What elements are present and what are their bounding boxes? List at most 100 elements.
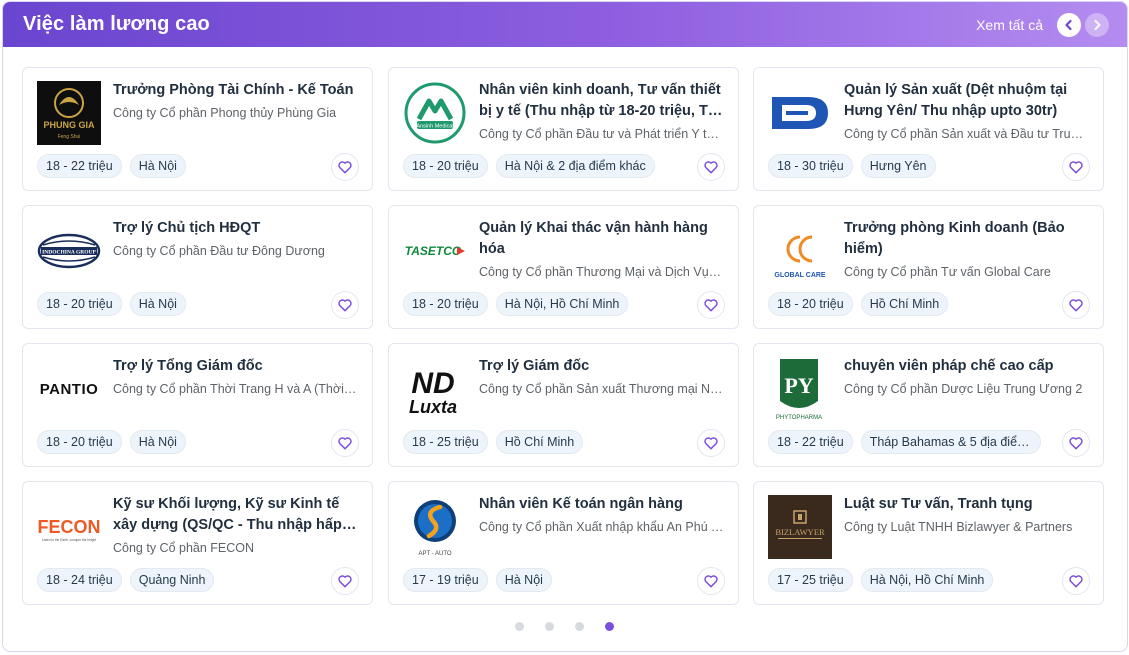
logo-subtext: Feng Shui xyxy=(58,134,81,140)
save-job-button[interactable] xyxy=(331,153,359,181)
logo-subtext: PHYTOPHARMA xyxy=(776,415,822,421)
salary-tag: 17 - 19 triệu xyxy=(403,568,488,592)
job-card[interactable]: TASETCO Quản lý Khai thác vận hành hàng … xyxy=(388,205,739,329)
job-info: Nhân viên kinh doanh, Tư vấn thiết bị y … xyxy=(479,80,724,143)
company-logo[interactable]: APT - AUTO xyxy=(403,495,467,559)
trung-dung-logo-icon xyxy=(772,97,828,129)
save-job-button[interactable] xyxy=(1062,429,1090,457)
job-title[interactable]: Luật sư Tư vấn, Tranh tụng xyxy=(844,494,1089,515)
company-name[interactable]: Công ty Cổ phần Sản xuất và Đầu tư Trung… xyxy=(844,125,1089,143)
pagination-dot-3[interactable] xyxy=(575,622,584,631)
logo-text: INDOCHINA GROUP xyxy=(42,250,96,256)
save-job-button[interactable] xyxy=(1062,291,1090,319)
logo-text: Ansinh Medical xyxy=(416,124,453,130)
save-job-button[interactable] xyxy=(331,429,359,457)
company-name[interactable]: Công ty Cổ phần FECON xyxy=(113,539,358,557)
logo-text: PY xyxy=(784,373,813,398)
job-card[interactable]: INDOCHINA GROUP Trợ lý Chủ tịch HĐQT Côn… xyxy=(22,205,373,329)
company-name[interactable]: Công ty Cổ phần Xuất nhập khẩu An Phú Th… xyxy=(479,518,724,536)
company-name[interactable]: Công ty Luật TNHH Bizlawyer & Partners xyxy=(844,518,1089,536)
save-job-button[interactable] xyxy=(697,291,725,319)
job-info: Trợ lý Giám đốc Công ty Cổ phần Sản xuất… xyxy=(479,356,724,398)
pagination-dot-1[interactable] xyxy=(515,622,524,631)
logo-text: PHUNG GIA xyxy=(43,120,95,130)
save-job-button[interactable] xyxy=(1062,153,1090,181)
chevron-left-icon xyxy=(1065,19,1072,30)
bizlawyer-logo-icon: BIZLAWYER xyxy=(768,495,832,559)
save-job-button[interactable] xyxy=(331,291,359,319)
heart-icon xyxy=(1069,575,1083,588)
job-card[interactable]: FECON Listen to the Earth, conquer the h… xyxy=(22,481,373,605)
pagination-dot-4[interactable] xyxy=(605,622,614,631)
job-card[interactable]: BIZLAWYER Luật sư Tư vấn, Tranh tụng Côn… xyxy=(753,481,1104,605)
job-tags: 17 - 19 triệu Hà Nội xyxy=(403,568,560,592)
job-title[interactable]: Trưởng Phòng Tài Chính - Kế Toán xyxy=(113,80,358,101)
tasetco-logo-icon: TASETCO xyxy=(405,244,465,258)
prev-page-button[interactable] xyxy=(1057,12,1081,37)
company-name[interactable]: Công ty Cổ phần Dược Liệu Trung Ương 2 xyxy=(844,380,1089,398)
see-all-link[interactable]: Xem tất cả xyxy=(976,17,1043,33)
salary-tag: 17 - 25 triệu xyxy=(768,568,853,592)
heart-icon xyxy=(338,437,352,450)
job-info: Quản lý Khai thác vận hành hàng hóa Công… xyxy=(479,218,724,281)
job-title[interactable]: Trợ lý Chủ tịch HĐQT xyxy=(113,218,358,239)
location-tag: Hà Nội & 2 địa điểm khác xyxy=(495,154,655,178)
save-job-button[interactable] xyxy=(1062,567,1090,595)
company-name[interactable]: Công ty Cổ phần Phong thủy Phùng Gia xyxy=(113,104,358,122)
save-job-button[interactable] xyxy=(331,567,359,595)
job-card[interactable]: Quản lý Sản xuất (Dệt nhuộm tại Hưng Yên… xyxy=(753,67,1104,191)
job-title[interactable]: Trưởng phòng Kinh doanh (Bảo hiểm) xyxy=(844,218,1089,260)
company-name[interactable]: Công ty Cổ phần Sản xuất Thương mại Nam … xyxy=(479,380,724,398)
company-name[interactable]: Công ty Cổ phần Thời Trang H và A (Thời … xyxy=(113,380,358,398)
job-title[interactable]: Nhân viên Kế toán ngân hàng xyxy=(479,494,724,515)
company-name[interactable]: Công ty Cổ phần Đầu tư Đông Dương xyxy=(113,242,358,260)
company-logo[interactable]: FECON Listen to the Earth, conquer the h… xyxy=(37,495,101,559)
save-job-button[interactable] xyxy=(697,567,725,595)
job-card[interactable]: ND Luxta Trợ lý Giám đốc Công ty Cổ phần… xyxy=(388,343,739,467)
location-tag: Hà Nội xyxy=(129,292,186,316)
company-logo[interactable] xyxy=(768,81,832,145)
company-logo[interactable]: BIZLAWYER xyxy=(768,495,832,559)
company-logo[interactable]: PY PHYTOPHARMA xyxy=(768,357,832,421)
company-logo[interactable]: Ansinh Medical xyxy=(403,81,467,145)
ansinh-medical-logo-icon: Ansinh Medical xyxy=(404,82,466,144)
job-info: Quản lý Sản xuất (Dệt nhuộm tại Hưng Yên… xyxy=(844,80,1089,143)
save-job-button[interactable] xyxy=(697,153,725,181)
job-tags: 17 - 25 triệu Hà Nội, Hồ Chí Minh xyxy=(768,568,1001,592)
job-card[interactable]: PY PHYTOPHARMA chuyên viên pháp chế cao … xyxy=(753,343,1104,467)
job-title[interactable]: Quản lý Sản xuất (Dệt nhuộm tại Hưng Yên… xyxy=(844,80,1089,122)
company-name[interactable]: Công ty Cổ phần Đầu tư và Phát triển Y t… xyxy=(479,125,724,143)
company-logo[interactable]: PANTIO xyxy=(37,357,101,421)
company-name[interactable]: Công ty Cổ phần Tư vấn Global Care xyxy=(844,263,1089,281)
job-title[interactable]: chuyên viên pháp chế cao cấp xyxy=(844,356,1089,377)
job-title[interactable]: Trợ lý Giám đốc xyxy=(479,356,724,377)
job-card[interactable]: APT - AUTO Nhân viên Kế toán ngân hàng C… xyxy=(388,481,739,605)
company-logo[interactable]: ND Luxta xyxy=(403,357,467,421)
location-tag: Hà Nội, Hồ Chí Minh xyxy=(860,568,994,592)
job-card[interactable]: Ansinh Medical Nhân viên kinh doanh, Tư … xyxy=(388,67,739,191)
salary-tag: 18 - 20 triệu xyxy=(403,292,488,316)
company-name[interactable]: Công ty Cổ phần Thương Mại và Dịch Vụ Tâ… xyxy=(479,263,724,281)
job-title[interactable]: Trợ lý Tổng Giám đốc xyxy=(113,356,358,377)
save-job-button[interactable] xyxy=(697,429,725,457)
location-tag: Tháp Bahamas & 5 địa điểm khác xyxy=(860,430,1041,454)
pagination-dot-2[interactable] xyxy=(545,622,554,631)
apt-auto-logo-icon: APT - AUTO xyxy=(414,500,456,557)
job-title[interactable]: Quản lý Khai thác vận hành hàng hóa xyxy=(479,218,724,260)
heart-icon xyxy=(1069,161,1083,174)
salary-tag: 18 - 22 triệu xyxy=(37,154,122,178)
job-card[interactable]: GLOBAL CARE Trưởng phòng Kinh doanh (Bảo… xyxy=(753,205,1104,329)
job-info: Kỹ sư Khối lượng, Kỹ sư Kinh tế xây dựng… xyxy=(113,494,358,557)
company-logo[interactable]: INDOCHINA GROUP xyxy=(37,219,101,283)
company-logo[interactable]: TASETCO xyxy=(403,219,467,283)
next-page-button[interactable] xyxy=(1085,12,1109,37)
phytopharma-logo-icon: PY PHYTOPHARMA xyxy=(776,359,822,421)
job-title[interactable]: Nhân viên kinh doanh, Tư vấn thiết bị y … xyxy=(479,80,724,122)
phung-gia-logo-icon: PHUNG GIA Feng Shui xyxy=(37,81,101,145)
heart-icon xyxy=(704,299,718,312)
company-logo[interactable]: PHUNG GIA Feng Shui xyxy=(37,81,101,145)
job-card[interactable]: PANTIO Trợ lý Tổng Giám đốc Công ty Cổ p… xyxy=(22,343,373,467)
job-title[interactable]: Kỹ sư Khối lượng, Kỹ sư Kinh tế xây dựng… xyxy=(113,494,358,536)
job-card[interactable]: PHUNG GIA Feng Shui Trưởng Phòng Tài Chí… xyxy=(22,67,373,191)
company-logo[interactable]: GLOBAL CARE xyxy=(768,219,832,283)
